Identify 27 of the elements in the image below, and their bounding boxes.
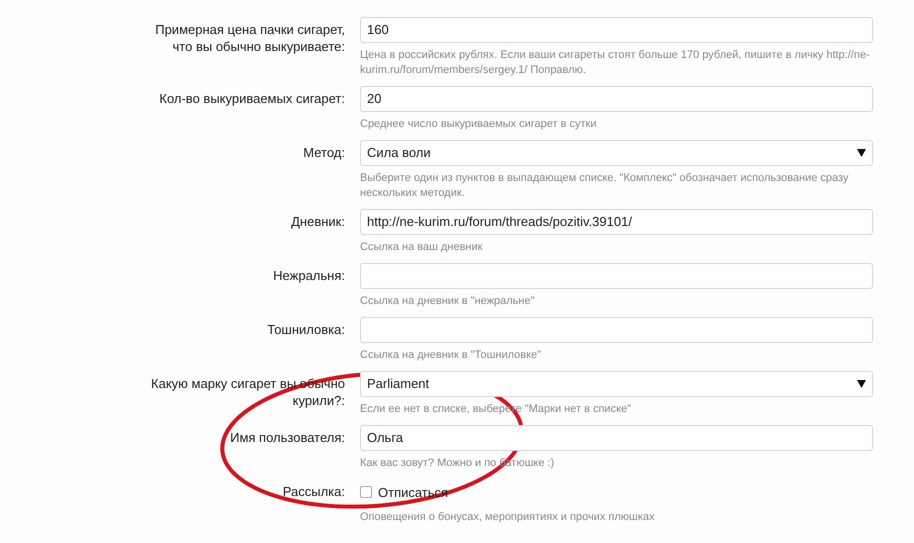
text-field[interactable]: Ольга [360, 425, 873, 451]
field-hint: Ссылка на дневник в "Тошниловке" [360, 348, 542, 363]
field-label: Имя пользователя: [229, 429, 345, 447]
field-label: Дневник: [290, 213, 345, 231]
text-field[interactable]: 20 [360, 86, 873, 112]
field-label: Тошниловка: [266, 321, 345, 339]
field-hint: Выберите один из пунктов в выпадающем списке. "Комплекс" обозначает использование сразу нескольких методик. [360, 171, 850, 201]
field-label: Примерная цена пачки сигарет, что вы обычно выкуриваете: [154, 21, 345, 56]
text-field[interactable]: http://ne-kurim.ru/forum/threads/pozitiv.39101/ [360, 209, 873, 235]
text-field[interactable]: 160 [360, 17, 873, 43]
dropdown[interactable]: Сила воли [360, 140, 873, 166]
field-label: Метод: [302, 144, 345, 162]
caret-icon [857, 380, 866, 388]
dropdown[interactable]: Parliament [360, 371, 873, 397]
field-label: Нежральня: [272, 267, 345, 285]
field-hint: Оповещения о бонусах, мероприятиях и прочих плюшках [360, 510, 656, 525]
field-label: Кол-во выкуриваемых сигарет: [158, 90, 345, 108]
text-field[interactable] [360, 263, 873, 289]
field-hint: Цена в российских рублях. Если ваши сигареты стоят больше 170 рублей, пишите в личку http://ne-kurim.ru/forum/members/sergey.1/ Поправлю. [360, 48, 871, 78]
checkbox[interactable] [360, 486, 372, 498]
checkbox-label: Отписаться [378, 484, 448, 500]
field-hint: Ссылка на дневник в "нежральне" [360, 294, 536, 309]
text-field[interactable] [360, 317, 873, 343]
field-hint: Ссылка на ваш дневник [360, 240, 484, 255]
caret-icon [857, 149, 866, 157]
field-hint: Среднее число выкуриваемых сигарет в сутки [360, 117, 598, 132]
field-label: Рассылка: [282, 483, 345, 501]
